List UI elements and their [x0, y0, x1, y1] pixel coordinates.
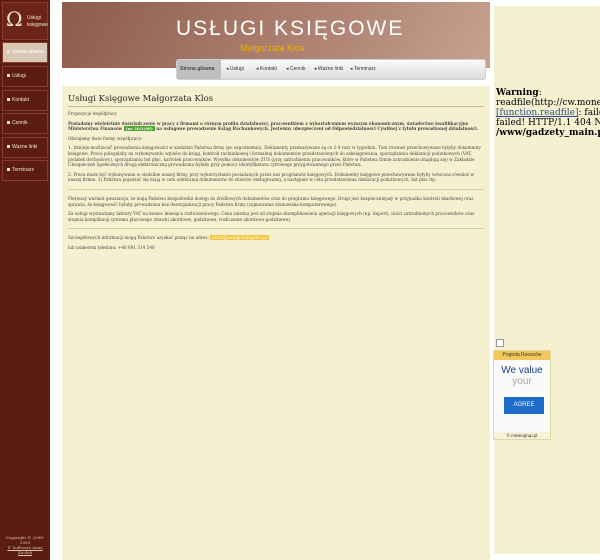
- company-description: Posiadamy wieloletnie doświadczenie w pr…: [68, 120, 479, 132]
- sidebar-item-uslugi[interactable]: Usługi: [2, 66, 48, 87]
- warning-line-1: readfile(http://cw.money.pl/u_map: [496, 98, 600, 108]
- certificate-badge: (nr 30/1/09): [123, 126, 155, 132]
- offer-option-2: 2. Praca może być wykonywana w siedzibie…: [68, 171, 474, 183]
- function-readfile-link[interactable]: [function.readfile]: [496, 108, 579, 118]
- info-paragraph-1: Pierwszy wariant gwarancja, że mają Pańs…: [68, 195, 474, 207]
- warning-line-2: [function.readfile]: failed to open: [496, 108, 600, 118]
- logo-text-line1: Usługi: [27, 15, 41, 21]
- page-title: Usługi Księgowe Małgorzata Klos: [68, 94, 484, 107]
- nav-item-uslugi[interactable]: ◂ Usługi: [223, 60, 244, 79]
- intro-text: Propozycja współpracy: [68, 111, 117, 116]
- consent-panel: We value your AGREE: [494, 360, 550, 432]
- left-sidebar: Ω Usługi księgowe Strona główna Usługi K…: [0, 0, 50, 560]
- sidebar-item-terminarz[interactable]: Terminarz: [2, 160, 48, 181]
- main-content: Usługi Księgowe Małgorzata Klos Propozyc…: [62, 86, 490, 560]
- nav-item-home[interactable]: Strona główna: [177, 60, 221, 79]
- nav-item-terminarz[interactable]: ◂ Terminarz: [347, 60, 376, 79]
- contact-email-link[interactable]: biuro@uslugi-ksiegowe.pl: [210, 235, 270, 241]
- copyright-line: Copyright © 2006-2009: [5, 535, 45, 545]
- weather-widget: Pogoda Rzeszów We value your AGREE © met…: [493, 339, 551, 440]
- consent-headline: We value: [501, 365, 543, 376]
- sidebar-item-label: Usługi: [12, 73, 26, 79]
- consent-subline: your: [512, 376, 532, 387]
- sidebar-item-label: Cennik: [12, 120, 28, 126]
- weather-header[interactable]: Pogoda Rzeszów: [494, 351, 550, 360]
- copyright: Copyright © 2006-2009 © Software Anna Ku…: [2, 535, 48, 555]
- bullet-icon: [7, 74, 10, 78]
- info-paragraph-2: Za usługi wystawiamy faktury VAT na koni…: [68, 211, 475, 222]
- sidebar-item-cennik[interactable]: Cennik: [2, 113, 48, 134]
- site-logo[interactable]: Ω Usługi księgowe: [2, 2, 48, 40]
- sidebar-item-label: Ważne linki: [12, 144, 38, 150]
- site-title: USŁUGI KSIĘGOWE: [176, 17, 405, 40]
- sidebar-item-label: Terminarz: [12, 167, 34, 173]
- phone-line: lub numerem telefonu: +48 691 314 540: [68, 244, 155, 250]
- offer-title: Oferujemy dwie formy współpracy:: [68, 135, 143, 141]
- site-subtitle: Małgorzata Klos: [240, 43, 305, 53]
- logo-text-line2: księgowe: [27, 22, 48, 28]
- sidebar-item-kontakt[interactable]: Kontakt: [2, 90, 48, 111]
- nav-item-cennik[interactable]: ◂ Cennik: [283, 60, 305, 79]
- contact-line: Szczegółowych informacji mogą Państwo uz…: [68, 235, 270, 241]
- nav-item-kontakt[interactable]: ◂ Kontakt: [253, 60, 277, 79]
- divider: [68, 228, 484, 230]
- bullet-icon: [7, 50, 10, 54]
- divider: [68, 188, 484, 190]
- bullet-icon: [7, 145, 10, 149]
- warning-line-4: /www/gadzety_main.php on line: [496, 128, 600, 138]
- bullet-icon: [7, 121, 10, 125]
- nav-item-wazne-linki[interactable]: ◂ Ważne linki: [311, 60, 343, 79]
- top-navigation: Strona główna ◂ Usługi ◂ Kontakt ◂ Cenni…: [176, 59, 486, 80]
- sidebar-item-wazne-linki[interactable]: Ważne linki: [2, 137, 48, 158]
- bullet-icon: [7, 98, 10, 102]
- broken-image-icon: [496, 339, 504, 347]
- sidebar-item-label: Kontakt: [12, 97, 29, 103]
- php-warning: Warning: readfile(http://cw.money.pl/u_m…: [496, 88, 600, 138]
- sidebar-item-home[interactable]: Strona główna: [2, 42, 48, 63]
- copyright-author-link[interactable]: © Software Anna Kucluk: [2, 545, 48, 555]
- warning-line-3: failed! HTTP/1.1 404 Not Found i: [496, 118, 600, 128]
- weather-footer-link[interactable]: © meteogrup.pl: [494, 432, 550, 439]
- bullet-icon: [7, 168, 10, 172]
- warning-label: Warning: [496, 88, 539, 98]
- agree-button[interactable]: AGREE: [504, 397, 544, 414]
- offer-option-1: 1. Istnieje możliwość prowadzenia księgo…: [68, 145, 481, 168]
- sidebar-item-label: Strona główna: [12, 49, 44, 55]
- omega-logo-icon: Ω: [6, 7, 23, 31]
